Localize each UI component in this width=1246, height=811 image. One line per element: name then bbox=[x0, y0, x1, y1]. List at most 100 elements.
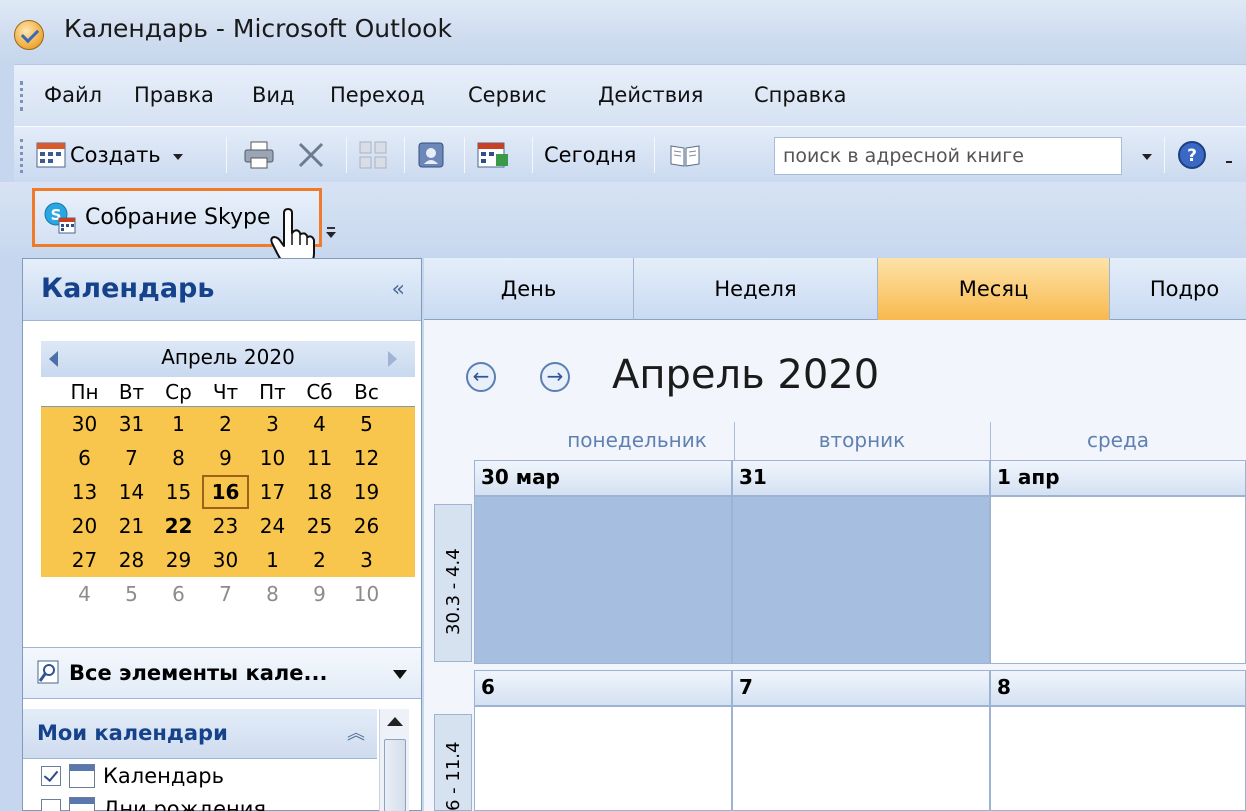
address-book-button[interactable] bbox=[416, 137, 446, 173]
tab-week[interactable]: Неделя bbox=[634, 258, 878, 320]
my-calendars-header[interactable]: Мои календари ︽ bbox=[23, 709, 377, 759]
mini-calendar-day[interactable]: 9 bbox=[202, 441, 249, 475]
mini-calendar-day[interactable]: 5 bbox=[108, 577, 155, 611]
week-label[interactable]: 6 - 11.4 bbox=[434, 714, 472, 811]
nav-scrollbar[interactable] bbox=[379, 709, 409, 811]
toolbar-grip-icon[interactable] bbox=[20, 139, 24, 173]
mini-calendar-day[interactable]: 4 bbox=[61, 577, 108, 611]
mini-calendar-day[interactable]: 2 bbox=[202, 407, 249, 441]
day-cell[interactable] bbox=[732, 706, 990, 811]
menu-go[interactable]: Переход bbox=[330, 83, 425, 107]
mini-calendar-day[interactable]: 25 bbox=[296, 509, 343, 543]
mini-calendar-day[interactable]: 27 bbox=[61, 543, 108, 577]
help-button[interactable]: ? bbox=[1176, 137, 1208, 173]
mini-calendar-day[interactable]: 31 bbox=[108, 407, 155, 441]
calendar-options-button[interactable] bbox=[476, 137, 510, 173]
mini-calendar-day[interactable]: 10 bbox=[249, 441, 296, 475]
toolbar-grip-icon[interactable] bbox=[20, 81, 24, 111]
tab-details[interactable]: Подро bbox=[1110, 258, 1246, 320]
day-header[interactable]: 31 bbox=[732, 460, 990, 496]
mini-calendar-day[interactable]: 2 bbox=[296, 543, 343, 577]
mini-calendar-day[interactable]: 1 bbox=[249, 543, 296, 577]
mini-calendar-day[interactable]: 16 bbox=[202, 475, 249, 509]
address-book-search-input[interactable]: поиск в адресной книге bbox=[774, 137, 1122, 175]
mini-calendar-day[interactable]: 13 bbox=[61, 475, 108, 509]
scroll-up-icon[interactable] bbox=[387, 717, 403, 726]
mini-calendar-day[interactable]: 26 bbox=[343, 509, 390, 543]
next-period-button[interactable]: → bbox=[540, 362, 570, 392]
calendar-checkbox[interactable] bbox=[41, 799, 61, 811]
day-cell[interactable] bbox=[990, 496, 1246, 664]
mini-calendar-day[interactable]: 17 bbox=[249, 475, 296, 509]
mini-calendar-day[interactable]: 7 bbox=[108, 441, 155, 475]
delete-button[interactable] bbox=[296, 137, 326, 173]
mini-calendar-day[interactable]: 21 bbox=[108, 509, 155, 543]
day-header[interactable]: 1 апр bbox=[990, 460, 1246, 496]
calendar-checkbox[interactable] bbox=[41, 766, 61, 786]
menu-view[interactable]: Вид bbox=[252, 83, 295, 107]
print-button[interactable] bbox=[242, 137, 276, 173]
mini-calendar-day[interactable]: 14 bbox=[108, 475, 155, 509]
toolbar-overflow-chevron[interactable] bbox=[323, 224, 339, 246]
calendar-list-item[interactable]: Дни рождения bbox=[41, 797, 266, 811]
view-grid-button[interactable] bbox=[358, 137, 388, 173]
mini-calendar-day[interactable]: 24 bbox=[249, 509, 296, 543]
mini-calendar-day[interactable]: 5 bbox=[343, 407, 390, 441]
day-header[interactable]: 7 bbox=[732, 670, 990, 706]
mini-calendar-day[interactable]: 4 bbox=[296, 407, 343, 441]
calendar-filter-dropdown[interactable]: Все элементы кале... bbox=[23, 647, 421, 699]
mini-calendar-day[interactable]: 23 bbox=[202, 509, 249, 543]
menu-file[interactable]: Файл bbox=[44, 83, 102, 107]
mini-calendar-day[interactable]: 3 bbox=[249, 407, 296, 441]
new-button-label: Создать bbox=[70, 143, 161, 167]
mini-calendar-day[interactable]: 11 bbox=[296, 441, 343, 475]
mini-calendar-day[interactable]: 29 bbox=[155, 543, 202, 577]
mini-calendar-day[interactable]: 18 bbox=[296, 475, 343, 509]
mini-calendar-day[interactable]: 30 bbox=[202, 543, 249, 577]
today-button[interactable]: Сегодня bbox=[544, 137, 636, 173]
prev-month-icon[interactable] bbox=[49, 351, 58, 367]
day-header[interactable]: 30 мар bbox=[474, 460, 732, 496]
day-cell[interactable] bbox=[474, 706, 732, 811]
open-address-book-button[interactable] bbox=[668, 137, 702, 173]
toolbar-options-chevron[interactable] bbox=[1226, 137, 1232, 173]
mini-calendar-day[interactable]: 6 bbox=[61, 441, 108, 475]
search-dropdown-icon[interactable] bbox=[1142, 154, 1152, 160]
mini-calendar-day[interactable]: 3 bbox=[343, 543, 390, 577]
day-header[interactable]: 8 bbox=[990, 670, 1246, 706]
next-month-icon[interactable] bbox=[388, 351, 397, 367]
mini-calendar-day[interactable]: 1 bbox=[155, 407, 202, 441]
calendar-list-item[interactable]: Календарь bbox=[41, 764, 224, 788]
mini-calendar-day[interactable]: 7 bbox=[202, 577, 249, 611]
day-cell[interactable] bbox=[732, 496, 990, 664]
menu-help[interactable]: Справка bbox=[754, 83, 847, 107]
mini-calendar-day[interactable]: 6 bbox=[155, 577, 202, 611]
mini-calendar-day[interactable]: 10 bbox=[343, 577, 390, 611]
mini-calendar-day[interactable]: 9 bbox=[296, 577, 343, 611]
collapse-nav-icon[interactable]: « bbox=[392, 277, 405, 302]
mini-calendar-day[interactable]: 28 bbox=[108, 543, 155, 577]
day-cell[interactable] bbox=[990, 706, 1246, 811]
mini-calendar-day[interactable]: 12 bbox=[343, 441, 390, 475]
week-label[interactable]: 30.3 - 4.4 bbox=[434, 504, 472, 662]
mini-calendar-day[interactable]: 30 bbox=[61, 407, 108, 441]
day-cell[interactable] bbox=[474, 496, 732, 664]
new-button[interactable]: Создать bbox=[36, 137, 183, 173]
day-header[interactable]: 6 bbox=[474, 670, 732, 706]
mini-calendar-day[interactable]: 19 bbox=[343, 475, 390, 509]
mini-calendar-day[interactable]: 20 bbox=[61, 509, 108, 543]
mini-calendar-day[interactable]: 22 bbox=[155, 509, 202, 543]
mini-calendar-day[interactable]: 8 bbox=[249, 577, 296, 611]
chevron-down-icon[interactable] bbox=[172, 154, 183, 160]
scroll-thumb[interactable] bbox=[384, 739, 406, 811]
tab-day[interactable]: День bbox=[424, 258, 634, 320]
menu-actions[interactable]: Действия bbox=[598, 83, 703, 107]
menu-tools[interactable]: Сервис bbox=[468, 83, 546, 107]
mini-calendar-day[interactable]: 8 bbox=[155, 441, 202, 475]
tab-month[interactable]: Месяц bbox=[878, 258, 1110, 320]
collapse-section-icon[interactable]: ︽ bbox=[347, 719, 365, 745]
mini-calendar-day[interactable]: 15 bbox=[155, 475, 202, 509]
chevron-down-icon[interactable] bbox=[393, 670, 407, 679]
prev-period-button[interactable]: ← bbox=[466, 362, 496, 392]
menu-edit[interactable]: Правка bbox=[134, 83, 214, 107]
